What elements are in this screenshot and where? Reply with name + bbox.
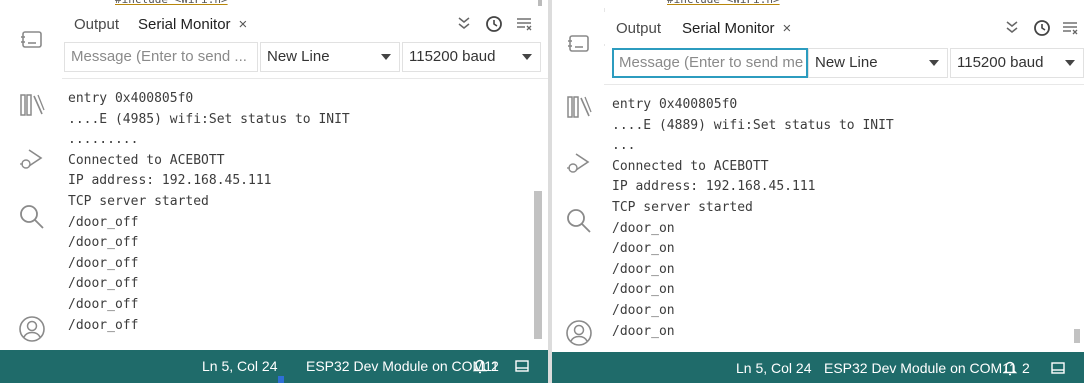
code-fragment: #include <WiFi.h> (115, 0, 228, 6)
output-line: entry 0x400805f0 (68, 91, 194, 106)
chevron-down-icon (381, 54, 391, 60)
line-ending-value: New Line (815, 54, 878, 71)
output-line: ....E (4985) wifi:Set status to INIT (68, 111, 350, 127)
library-icon[interactable] (564, 92, 594, 122)
output-lines: entry 0x400805f0 ....E (4985) wifi:Set s… (68, 89, 350, 336)
search-icon[interactable] (17, 202, 47, 232)
output-line: /door_on (612, 302, 675, 318)
output-line: IP address: 192.168.45.111 (612, 179, 816, 195)
tab-serial-monitor[interactable]: Serial Monitor × (682, 20, 791, 37)
clear-output-icon[interactable] (1060, 18, 1080, 38)
line-ending-select[interactable]: New Line (260, 42, 400, 72)
line-ending-select[interactable]: New Line (808, 48, 948, 78)
board-port[interactable]: ESP32 Dev Module on COM11 (306, 358, 499, 374)
output-scrollbar[interactable] (534, 191, 542, 339)
editor-strip: #include <WiFi.h> (552, 0, 1084, 8)
clock-icon[interactable] (484, 14, 504, 34)
tab-output[interactable]: Output (616, 20, 661, 37)
output-line: Connected to ACEBOTT (612, 158, 769, 174)
serial-output[interactable]: entry 0x400805f0 ....E (4889) wifi:Set s… (604, 84, 1084, 353)
account-icon[interactable] (17, 314, 47, 344)
serial-output[interactable]: entry 0x400805f0 ....E (4985) wifi:Set s… (62, 78, 548, 351)
clock-icon[interactable] (1032, 18, 1052, 38)
editor-strip: #include <WiFi.h> (0, 0, 548, 8)
close-icon[interactable]: × (783, 20, 792, 37)
baud-rate-select[interactable]: 115200 baud (402, 42, 541, 72)
search-icon[interactable] (564, 206, 594, 236)
clear-output-icon[interactable] (514, 14, 534, 34)
editor-scrollbar[interactable] (538, 0, 542, 6)
message-input[interactable]: Message (Enter to send me (612, 48, 808, 78)
output-line: /door_off (68, 235, 139, 251)
panel-icon[interactable] (1050, 360, 1066, 376)
serial-monitor-panel-right: #include <WiFi.h> Output Serial Monitor × (552, 0, 1084, 383)
output-line: /door_off (68, 317, 139, 333)
output-line: ....E (4889) wifi:Set status to INIT (612, 117, 894, 133)
bell-icon[interactable] (472, 358, 488, 374)
toggle-timestamp-icon[interactable] (454, 14, 474, 34)
notification-count: 2 (491, 358, 499, 374)
output-scrollbar[interactable] (1074, 329, 1080, 343)
cursor-position[interactable]: Ln 5, Col 24 (202, 358, 278, 374)
close-icon[interactable]: × (239, 16, 248, 33)
output-line: ... (612, 138, 636, 154)
message-input[interactable]: Message (Enter to send ... (64, 42, 258, 72)
account-icon[interactable] (564, 318, 594, 348)
background-strip (278, 376, 284, 383)
sidebar (552, 8, 605, 350)
chevron-down-icon (929, 60, 939, 66)
code-fragment: #include <WiFi.h> (667, 0, 780, 6)
status-bar: Ln 5, Col 24 ESP32 Dev Module on COM11 2 (0, 350, 548, 383)
debug-icon[interactable] (564, 148, 594, 178)
output-line: IP address: 192.168.45.111 (68, 173, 272, 189)
library-icon[interactable] (17, 90, 47, 120)
output-line: /door_on (612, 323, 675, 339)
output-line: TCP server started (612, 199, 753, 215)
output-line: TCP server started (68, 193, 209, 209)
status-bar: Ln 5, Col 24 ESP32 Dev Module on COM11 2 (552, 352, 1084, 383)
baud-rate-value: 115200 baud (957, 54, 1044, 71)
tab-serial-monitor-label: Serial Monitor (682, 20, 775, 37)
output-line: /door_on (612, 261, 675, 277)
serial-input-row: Message (Enter to send ... New Line 1152… (62, 40, 548, 78)
tab-output[interactable]: Output (74, 16, 119, 33)
chevron-down-icon (1065, 60, 1075, 66)
output-line: /door_on (612, 220, 675, 236)
tab-serial-monitor-label: Serial Monitor (138, 16, 231, 33)
board-icon[interactable] (17, 24, 47, 54)
output-line: Connected to ACEBOTT (68, 152, 225, 168)
panel-tabs: Output Serial Monitor × (62, 8, 548, 40)
output-line: /door_off (68, 296, 139, 312)
output-lines: entry 0x400805f0 ....E (4889) wifi:Set s… (612, 95, 894, 342)
cursor-position[interactable]: Ln 5, Col 24 (736, 360, 812, 376)
output-line: entry 0x400805f0 (612, 97, 738, 112)
sidebar (0, 8, 63, 350)
output-line: ......... (68, 132, 139, 148)
panel-icon[interactable] (514, 358, 530, 374)
board-port[interactable]: ESP32 Dev Module on COM11 (824, 360, 1017, 376)
panel-tabs: Output Serial Monitor × (604, 12, 1084, 44)
tab-serial-monitor[interactable]: Serial Monitor × (138, 16, 247, 33)
board-icon[interactable] (564, 28, 594, 58)
output-line: /door_off (68, 276, 139, 292)
debug-icon[interactable] (17, 144, 47, 174)
output-line: /door_off (68, 255, 139, 271)
notification-count: 2 (1022, 360, 1030, 376)
baud-rate-value: 115200 baud (409, 48, 496, 65)
chevron-down-icon (522, 54, 532, 60)
output-line: /door_off (68, 214, 139, 230)
baud-rate-select[interactable]: 115200 baud (950, 48, 1084, 78)
serial-monitor-panel-left: #include <WiFi.h> Output Serial Monitor × (0, 0, 548, 383)
bell-icon[interactable] (1002, 360, 1018, 376)
line-ending-value: New Line (267, 48, 330, 65)
serial-input-row: Message (Enter to send me New Line 11520… (604, 46, 1084, 84)
toggle-timestamp-icon[interactable] (1002, 18, 1022, 38)
output-line: /door_on (612, 282, 675, 298)
output-line: /door_on (612, 241, 675, 257)
